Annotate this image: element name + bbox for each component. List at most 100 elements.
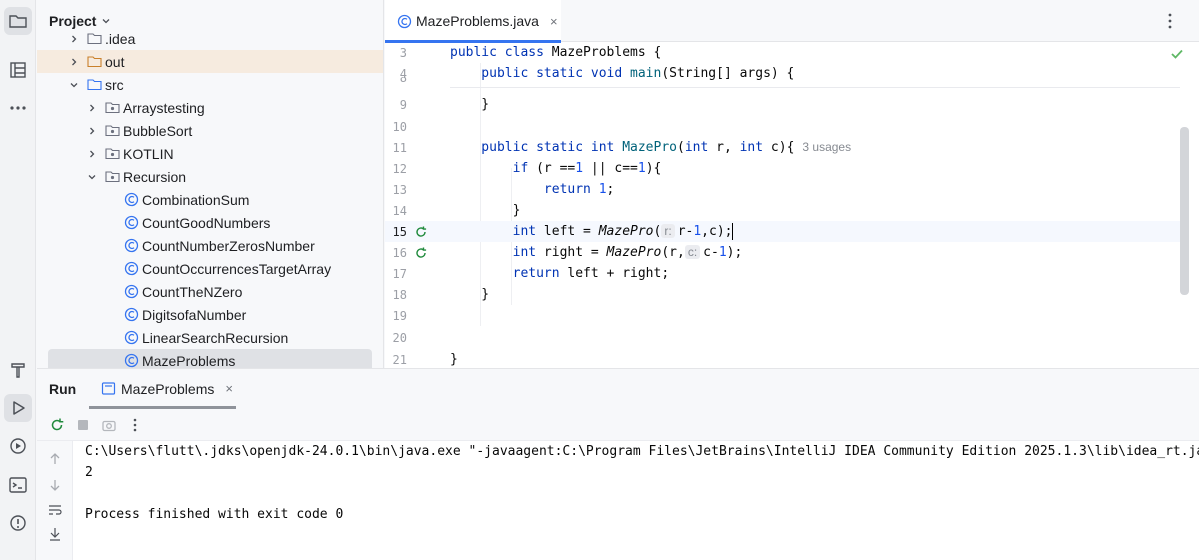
code-line[interactable]: 17 return left + right; — [385, 263, 1180, 284]
code-line-current[interactable]: 15 int left = MazePro(r: r-1,c); — [385, 221, 1180, 242]
project-tool-button[interactable] — [4, 7, 32, 35]
package-icon — [105, 171, 120, 183]
more-tool-windows-button[interactable] — [4, 94, 32, 122]
close-icon[interactable]: × — [225, 381, 233, 396]
terminal-tool-button[interactable] — [4, 471, 32, 499]
line-number: 14 — [392, 203, 407, 218]
run-tool-button[interactable] — [4, 394, 32, 422]
tree-item-label: out — [105, 53, 125, 70]
run-icon — [13, 401, 25, 415]
code-token: ; — [606, 182, 615, 197]
code-text: } — [450, 352, 458, 367]
tree-item-label: Recursion — [123, 168, 187, 185]
arrow-down-icon[interactable] — [48, 478, 62, 492]
code-line[interactable]: 14 } — [385, 200, 1180, 221]
tree-item-class[interactable]: CombinationSum — [37, 188, 377, 211]
code-token: r, — [716, 140, 740, 155]
structure-tool-button[interactable] — [4, 56, 32, 84]
chevron-down-icon — [88, 174, 96, 179]
package-icon — [105, 102, 120, 114]
tree-item-class[interactable]: DigitsofaNumber — [37, 303, 377, 326]
package-icon — [105, 148, 120, 160]
code-token: MazePro — [606, 245, 662, 260]
line-number: 8 — [399, 77, 407, 85]
tree-item-out[interactable]: out — [37, 50, 383, 73]
terminal-icon — [9, 477, 27, 493]
chevron-right-icon — [90, 104, 95, 111]
code-line[interactable]: 13 return 1; — [385, 179, 1180, 200]
code-line[interactable]: 21 } — [385, 349, 1180, 370]
code-token: return — [450, 266, 568, 281]
folder-icon — [9, 15, 27, 28]
console-output[interactable]: C:\Users\flutt\.jdks\openjdk-24.0.1\bin\… — [73, 441, 1199, 560]
java-class-icon — [124, 284, 139, 299]
editor-scrollbar[interactable] — [1180, 127, 1189, 295]
usages-hint[interactable]: 3 usages — [802, 140, 851, 154]
folder-icon — [87, 33, 102, 45]
tree-item-recursion[interactable]: Recursion — [37, 165, 377, 188]
excluded-folder-icon — [87, 56, 102, 68]
chevron-right-icon — [90, 127, 95, 134]
tree-item-label: .idea — [105, 30, 136, 47]
java-class-icon — [124, 192, 139, 207]
tree-item-idea[interactable]: .idea — [37, 27, 377, 50]
camera-icon[interactable] — [101, 417, 117, 433]
java-class-icon — [124, 261, 139, 276]
tree-item-class-selected[interactable]: MazeProblems — [48, 349, 372, 368]
console-line: Process finished with exit code 0 — [85, 507, 344, 522]
code-token: c- — [703, 245, 719, 260]
tree-item-label: MazeProblems — [142, 352, 236, 369]
tree-item-arraystesting[interactable]: Arraystesting — [37, 96, 377, 119]
kebab-menu-icon[interactable] — [1165, 12, 1175, 30]
run-toolbar — [37, 409, 1199, 441]
code-line[interactable]: 11 public static int MazePro(int r, int … — [385, 137, 1180, 158]
code-token: 1 — [718, 245, 727, 260]
code-token: MazePro — [622, 140, 677, 155]
build-tool-button[interactable] — [4, 356, 32, 384]
recursive-call-icon[interactable] — [414, 246, 428, 260]
tree-item-class[interactable]: CountTheNZero — [37, 280, 377, 303]
close-icon[interactable]: × — [550, 14, 558, 29]
tree-item-kotlin[interactable]: KOTLIN — [37, 142, 377, 165]
project-panel: Project .idea out src Arraystesting Bubb… — [37, 0, 384, 368]
code-line[interactable]: 12 if (r ==1 || c==1){ — [385, 158, 1180, 179]
problems-icon — [10, 515, 26, 531]
code-line[interactable]: 16 int right = MazePro(r, c: c-1); — [385, 242, 1180, 263]
recursive-call-icon[interactable] — [414, 225, 428, 239]
services-tool-button[interactable] — [4, 432, 32, 460]
editor-tab[interactable]: MazeProblems.java × — [385, 0, 561, 43]
code-line[interactable]: 10 — [385, 116, 1180, 137]
code-line[interactable]: 19 — [385, 305, 1180, 326]
rerun-icon[interactable] — [49, 417, 65, 433]
run-config-tab[interactable]: MazeProblems × — [97, 369, 237, 408]
arrow-up-icon[interactable] — [48, 452, 62, 466]
tree-item-class[interactable]: LinearSearchRecursion — [37, 326, 377, 349]
code-line[interactable]: 18 } — [385, 284, 1180, 305]
tree-item-bubblesort[interactable]: BubbleSort — [37, 119, 377, 142]
tree-item-src[interactable]: src — [37, 73, 377, 96]
tree-item-class[interactable]: CountGoodNumbers — [37, 211, 377, 234]
code-line[interactable]: 9 } — [385, 94, 1180, 115]
code-token: if — [450, 161, 537, 176]
code-token: int — [739, 140, 771, 155]
more-vertical-icon[interactable] — [127, 417, 143, 433]
line-number: 3 — [399, 45, 407, 60]
code-text: if (r ==1 || c==1){ — [450, 161, 662, 176]
code-line[interactable]: 3 public class MazeProblems { — [385, 42, 1180, 63]
chevron-right-icon — [72, 35, 77, 42]
chevron-right-icon — [90, 150, 95, 157]
soft-wrap-icon[interactable] — [48, 503, 62, 517]
tree-item-label: CountTheNZero — [142, 283, 243, 300]
problems-tool-button[interactable] — [4, 509, 32, 537]
code-text: return 1; — [450, 182, 614, 197]
scroll-to-end-icon[interactable] — [48, 527, 62, 541]
code-line[interactable]: 20 — [385, 327, 1180, 348]
build-hammer-icon — [11, 363, 25, 378]
stop-icon[interactable] — [75, 417, 91, 433]
code-line-partial[interactable]: 8 — [385, 77, 1180, 91]
run-tab-label: MazeProblems — [121, 380, 215, 397]
code-area[interactable]: 3 public class MazeProblems { 4 public s… — [385, 42, 1199, 368]
tree-item-class[interactable]: CountNumberZerosNumber — [37, 234, 377, 257]
tree-item-class[interactable]: CountOccurrencesTargetArray — [37, 257, 377, 280]
run-panel: Run MazeProblems × C:\Users\flutt\.jdks\… — [37, 368, 1199, 560]
